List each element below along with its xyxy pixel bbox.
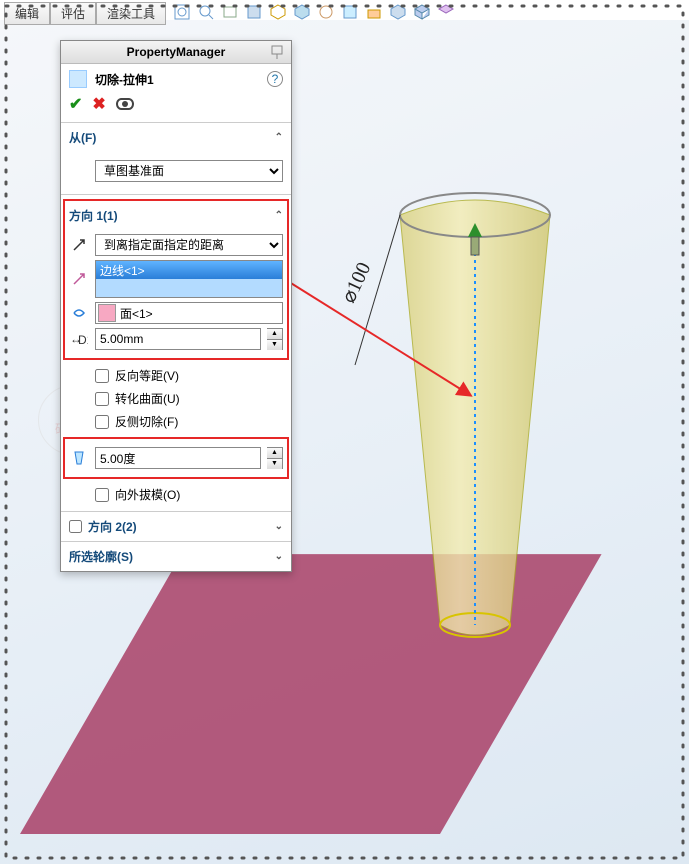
menu-edit[interactable]: 编辑: [4, 2, 50, 25]
spin-up[interactable]: ▲: [267, 448, 282, 459]
svg-text:D1: D1: [78, 333, 88, 347]
face-name: 面<1>: [120, 305, 153, 322]
section-direction1: 方向 1(1) ⌃ 到离指定面指定的距离 边线<1>: [61, 194, 291, 511]
section-dir2-header[interactable]: 方向 2(2) ⌄: [61, 512, 291, 541]
translate-surface-label: 转化曲面(U): [115, 390, 180, 407]
selection-list[interactable]: 边线<1>: [95, 260, 283, 298]
dir2-enable-checkbox[interactable]: [69, 520, 82, 533]
selection-item-edge[interactable]: 边线<1>: [96, 261, 282, 279]
section-contours-header[interactable]: 所选轮廓(S) ⌄: [61, 542, 291, 571]
reverse-offset-checkbox[interactable]: [95, 369, 109, 383]
from-condition-select[interactable]: 草图基准面: [95, 160, 283, 182]
view-settings-icon[interactable]: [389, 3, 407, 21]
section-from-header[interactable]: 从(F) ⌃: [61, 123, 291, 152]
action-row: ✔ ✖: [61, 94, 291, 122]
draft-outward-label: 向外拔模(O): [115, 486, 180, 503]
reverse-offset-label: 反向等距(V): [115, 367, 179, 384]
section-dir1-label: 方向 1(1): [69, 207, 118, 224]
section-from-label: 从(F): [69, 129, 96, 146]
caret-down-icon: ⌄: [275, 521, 283, 532]
caret-up-icon: ⌃: [275, 132, 283, 143]
reverse-direction-icon[interactable]: [69, 235, 89, 255]
flip-side-label: 反侧切除(F): [115, 413, 178, 430]
pin-icon[interactable]: [269, 44, 285, 60]
spin-down[interactable]: ▼: [267, 459, 282, 469]
offset-distance-icon: ↔D1: [69, 329, 89, 349]
selection-item-empty[interactable]: [96, 279, 282, 297]
face-up-to-icon[interactable]: [69, 303, 89, 323]
scene-icon[interactable]: [365, 3, 383, 21]
end-condition-select[interactable]: 到离指定面指定的距离: [95, 234, 283, 256]
direction-arrow-icon[interactable]: [69, 269, 89, 289]
preview-toggle-icon[interactable]: [116, 98, 134, 110]
iso-cube-icon[interactable]: [413, 3, 431, 21]
property-manager-panel: PropertyManager 切除-拉伸1 ? ✔ ✖ 从(F) ⌃ 草图基准…: [60, 40, 292, 572]
offset-spinner[interactable]: ▲▼: [267, 328, 283, 350]
ok-button[interactable]: ✔: [69, 94, 82, 114]
help-icon[interactable]: ?: [267, 71, 283, 87]
cancel-button[interactable]: ✖: [92, 94, 105, 114]
caret-down-icon: ⌄: [275, 551, 283, 562]
face-selection-box[interactable]: 面<1>: [95, 302, 283, 324]
section-dir2-label: 方向 2(2): [88, 518, 137, 535]
section-view-icon[interactable]: [245, 3, 263, 21]
view-prev-icon[interactable]: [221, 3, 239, 21]
menu-evaluate[interactable]: 评估: [50, 2, 96, 25]
view-toolbar: [170, 0, 458, 24]
menu-render-tools[interactable]: 渲染工具: [96, 2, 166, 25]
highlight-box-2: ▲▼: [63, 437, 289, 479]
spin-down[interactable]: ▼: [267, 340, 282, 350]
view-orient-icon[interactable]: [269, 3, 287, 21]
flip-side-checkbox[interactable]: [95, 415, 109, 429]
cut-extrude-icon: [69, 70, 87, 88]
translate-surface-checkbox[interactable]: [95, 392, 109, 406]
display-style-icon[interactable]: [293, 3, 311, 21]
menubar: 编辑 评估 渲染工具: [4, 2, 166, 25]
iso-cube2-icon[interactable]: [437, 3, 455, 21]
model-cone[interactable]: [350, 175, 600, 675]
spacer: [69, 161, 89, 181]
face-swatch: [98, 304, 116, 322]
feature-name: 切除-拉伸1: [95, 71, 154, 88]
draft-spinner[interactable]: ▲▼: [267, 447, 283, 469]
spin-up[interactable]: ▲: [267, 329, 282, 340]
draft-angle-input[interactable]: [95, 447, 261, 469]
offset-distance-input[interactable]: [95, 328, 261, 350]
draft-icon[interactable]: [69, 448, 89, 468]
draft-outward-checkbox[interactable]: [95, 488, 109, 502]
hide-show-icon[interactable]: [317, 3, 335, 21]
zoom-area-icon[interactable]: [197, 3, 215, 21]
panel-title: PropertyManager: [61, 41, 291, 64]
section-direction2: 方向 2(2) ⌄: [61, 511, 291, 541]
section-from: 从(F) ⌃ 草图基准面: [61, 122, 291, 194]
highlight-box-1: 方向 1(1) ⌃ 到离指定面指定的距离 边线<1>: [63, 199, 289, 360]
section-contours-label: 所选轮廓(S): [69, 548, 133, 565]
edit-appearance-icon[interactable]: [341, 3, 359, 21]
feature-header: 切除-拉伸1 ?: [61, 64, 291, 94]
section-contours: 所选轮廓(S) ⌄: [61, 541, 291, 571]
caret-up-icon: ⌃: [275, 210, 283, 221]
zoom-fit-icon[interactable]: [173, 3, 191, 21]
section-dir1-header[interactable]: 方向 1(1) ⌃: [69, 205, 283, 230]
panel-title-text: PropertyManager: [127, 45, 226, 59]
